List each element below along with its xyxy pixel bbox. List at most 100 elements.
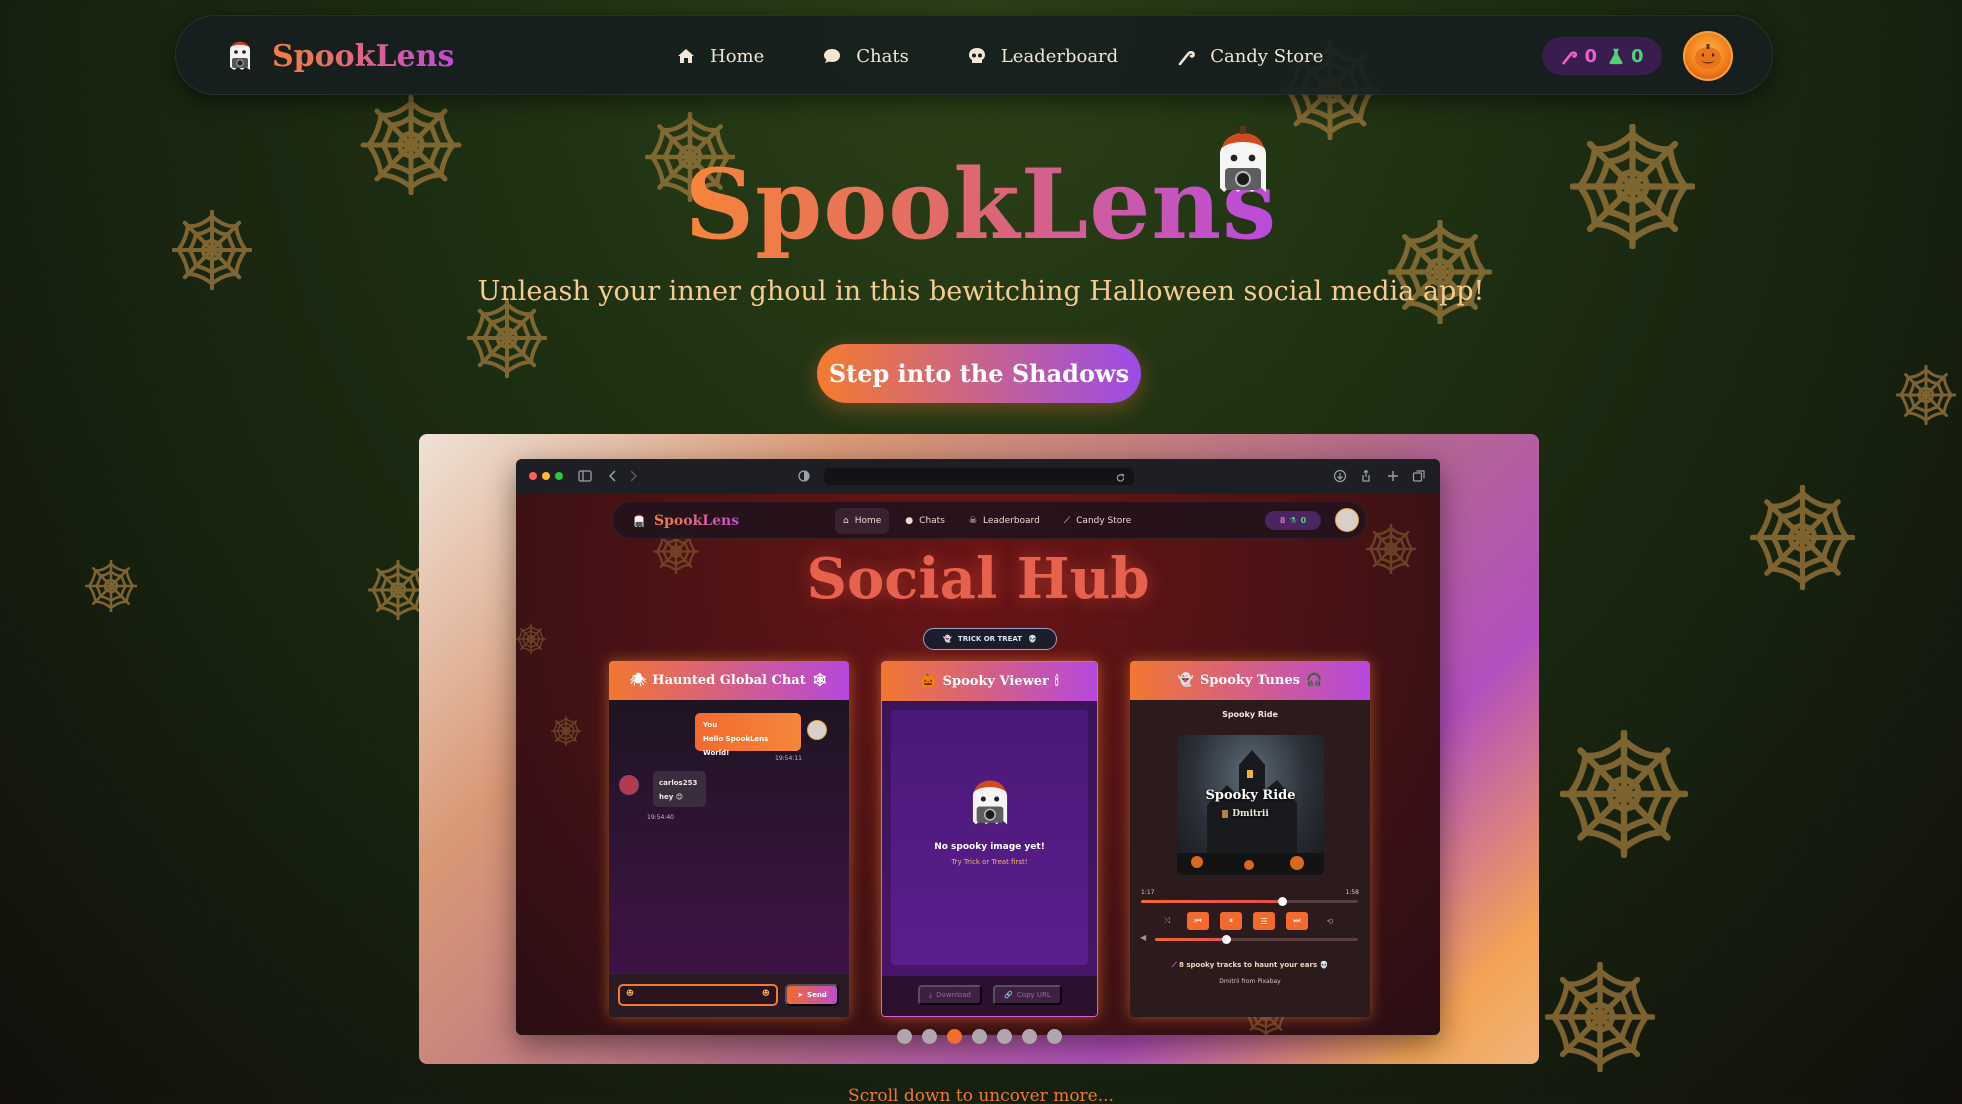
preview-nav-candy-store-label: Candy Store (1076, 516, 1132, 526)
send-label: Send (807, 991, 827, 999)
close-dot[interactable] (529, 472, 537, 480)
carousel-dots (419, 1029, 1539, 1044)
nav-chats-label: Chats (856, 45, 909, 67)
forward-icon[interactable] (626, 469, 640, 483)
new-tab-icon[interactable] (1386, 469, 1400, 483)
spiderweb-decoration (1750, 485, 1855, 590)
download-icon: ⤓ (929, 990, 933, 999)
minimize-dot[interactable] (542, 472, 550, 480)
maximize-dot[interactable] (555, 472, 563, 480)
previous-button[interactable]: ⏮ (1187, 912, 1209, 930)
volume-handle[interactable] (1222, 935, 1232, 944)
preview-nav-links: ⌂ Home ● Chats ☠ Leaderboard ⟋ Candy Store (835, 508, 1139, 534)
elapsed-time: 1:17 (1141, 889, 1155, 896)
message-author: carlos253 (659, 779, 698, 787)
step-into-shadows-button[interactable]: Step into the Shadows (817, 344, 1141, 403)
download-icon[interactable] (1333, 469, 1347, 483)
tracks-note-text: 8 spooky tracks to haunt your ears (1179, 961, 1318, 969)
nav-home[interactable]: Home (676, 46, 764, 67)
emoji-icon[interactable]: ☻ (626, 989, 634, 999)
carousel-dot[interactable] (996, 1029, 1012, 1044)
ghost-camera-icon (634, 514, 644, 528)
share-icon[interactable] (1359, 469, 1373, 483)
album-title: Spooky Ride (1205, 788, 1296, 803)
preview-currency-counter: 8 ⚗ 0 (1265, 511, 1321, 530)
seek-slider[interactable] (1141, 897, 1358, 906)
reload-icon[interactable] (1115, 471, 1126, 485)
seek-handle[interactable] (1278, 897, 1288, 906)
nav-leaderboard-label: Leaderboard (1000, 45, 1119, 67)
next-button[interactable]: ⏭ (1286, 912, 1308, 930)
carousel-dot[interactable] (1046, 1029, 1062, 1044)
spiderweb-decoration (467, 298, 547, 378)
trick-or-treat-button[interactable]: 👻 TRICK OR TREAT 💀 (923, 628, 1057, 650)
spiderweb-decoration (1560, 730, 1688, 858)
preview-brand[interactable]: SpookLens (631, 512, 739, 530)
nav-chats[interactable]: Chats (822, 46, 909, 67)
candy-cane-icon (1178, 51, 1196, 66)
candy-count: 0 (1584, 45, 1597, 67)
sidebar-toggle-icon[interactable] (578, 469, 592, 483)
volume-slider[interactable] (1155, 935, 1358, 944)
candle-icon: 🕯 (1054, 674, 1059, 689)
carousel-dot[interactable] (971, 1029, 987, 1044)
preview-nav-candy-store[interactable]: ⟋ Candy Store (1056, 508, 1140, 534)
browser-toolbar (516, 459, 1440, 494)
potion-flask-icon: ⚗ (1289, 516, 1297, 525)
spiderweb-decoration (516, 609, 546, 669)
carousel-dot[interactable] (896, 1029, 912, 1044)
brand-logo[interactable]: SpookLens (222, 36, 454, 76)
copy-url-button[interactable]: 🔗 Copy URL (993, 985, 1062, 1005)
album-artist: Dmitrii (1232, 809, 1269, 819)
chat-card-title: Haunted Global Chat (652, 673, 806, 688)
preview-nav-chats-label: Chats (919, 516, 945, 526)
shuffle-button[interactable]: ⤨ (1156, 912, 1178, 930)
skull-icon (968, 48, 985, 63)
user-avatar[interactable] (1683, 31, 1733, 81)
chat-composer: ☻ ☻ ➤ Send (609, 973, 849, 1017)
viewer-card-title: Spooky Viewer (942, 674, 1049, 689)
preview-nav-leaderboard[interactable]: ☠ Leaderboard (961, 508, 1048, 534)
pumpkin-icon (1695, 44, 1721, 69)
preview-potion-count: 0 (1300, 516, 1307, 525)
chat-message-input[interactable]: ☻ ☻ (618, 984, 778, 1006)
social-hub-title: Social Hub (806, 546, 1150, 612)
music-credit: Dmitrii from Pixabay (1219, 978, 1281, 985)
preview-user-avatar[interactable] (1335, 508, 1359, 532)
spooky-tunes-card: 👻 Spooky Tunes 🎧 Spooky Ride Spooky Ride (1130, 661, 1370, 1017)
playlist-button[interactable]: ☰ (1253, 912, 1275, 930)
privacy-shield-icon (798, 470, 810, 482)
volume-icon[interactable]: ◀ (1140, 933, 1146, 942)
repeat-button[interactable]: ⟲ (1319, 912, 1341, 930)
link-icon: 🔗 (1004, 991, 1013, 999)
emoji-picker-icon[interactable]: ☻ (762, 989, 770, 999)
pumpkin-icon: 🎃 (920, 674, 937, 689)
carousel-dot[interactable] (946, 1029, 962, 1044)
ghost-camera-mascot-icon (1219, 126, 1267, 192)
empty-state-subtitle: Try Trick or Treat first! (951, 858, 1028, 866)
message-timestamp: 19:54:11 (775, 755, 802, 762)
carousel-dot[interactable] (1021, 1029, 1037, 1044)
hero-title-text: SpookLens (684, 148, 1278, 261)
tab-overview-icon[interactable] (1412, 469, 1426, 483)
nav-candy-store[interactable]: Candy Store (1176, 46, 1323, 67)
ghost-camera-icon (972, 780, 1008, 825)
preview-nav-home[interactable]: ⌂ Home (835, 508, 890, 534)
volume-level (1155, 938, 1227, 941)
message-text: hey 😊 (659, 793, 684, 801)
skull-icon: ☠ (968, 516, 977, 526)
download-button[interactable]: ⤓ Download (918, 985, 982, 1005)
home-icon: ⌂ (843, 516, 849, 526)
nav-leaderboard[interactable]: Leaderboard (967, 46, 1118, 67)
chat-bubble-icon (824, 49, 841, 63)
currency-counter: 0 0 (1542, 37, 1662, 75)
preview-nav-chats[interactable]: ● Chats (897, 508, 953, 534)
address-bar[interactable] (824, 468, 1134, 485)
carousel-dot[interactable] (921, 1029, 937, 1044)
brand-name: SpookLens (272, 38, 455, 74)
current-track-name: Spooky Ride (1222, 710, 1278, 719)
send-icon: ➤ (797, 991, 804, 999)
pause-button[interactable]: ⏸ (1220, 912, 1242, 930)
send-button[interactable]: ➤ Send (785, 984, 839, 1006)
back-icon[interactable] (606, 469, 620, 483)
